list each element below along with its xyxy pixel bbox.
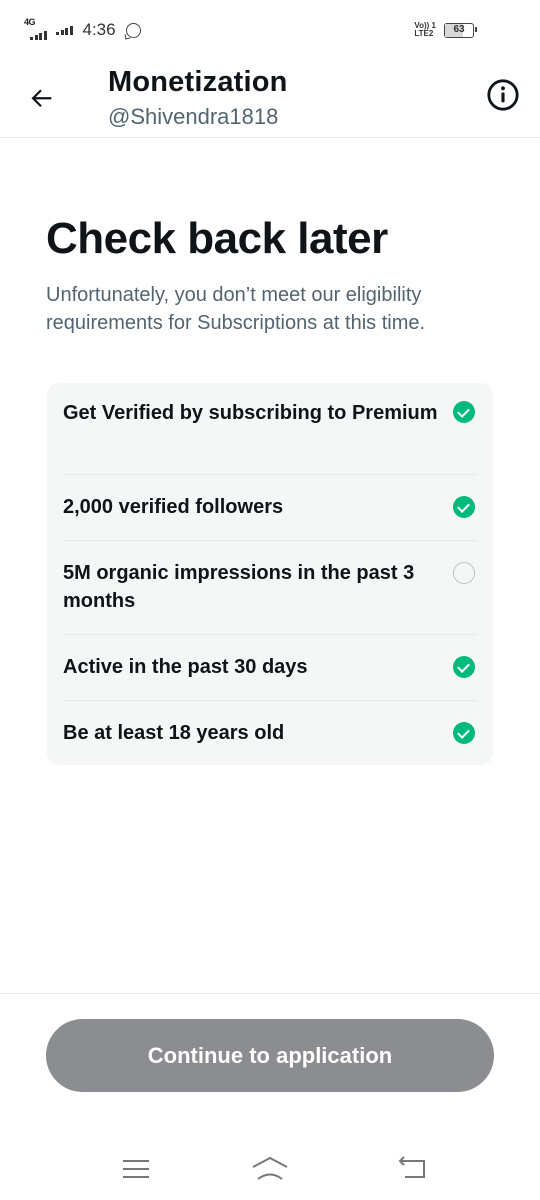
status-left: 4G 4:36 bbox=[24, 17, 141, 40]
page-title: Monetization bbox=[108, 66, 288, 98]
info-button[interactable] bbox=[484, 76, 522, 114]
system-navigation-bar bbox=[0, 1139, 540, 1200]
requirement-item: 5M organic impressions in the past 3 mon… bbox=[63, 541, 477, 635]
screen: 4G 4:36 Vo)) 1 LTE2 63 Monetization @Shi… bbox=[0, 0, 540, 1200]
home-button[interactable] bbox=[250, 1153, 290, 1185]
battery-icon: 63 bbox=[444, 22, 477, 38]
second-signal-icon bbox=[56, 25, 73, 35]
check-circle-icon bbox=[453, 401, 475, 423]
requirement-label: Get Verified by subscribing to Premium bbox=[63, 402, 438, 424]
bottom-action-panel: Continue to application bbox=[0, 993, 540, 1139]
recents-button[interactable] bbox=[116, 1153, 156, 1185]
network-type-label: 4G bbox=[24, 17, 36, 27]
requirement-label: 5M organic impressions in the past 3 mon… bbox=[63, 562, 415, 612]
status-time: 4:36 bbox=[82, 20, 116, 39]
account-handle: @Shivendra1818 bbox=[108, 104, 279, 129]
requirement-item: Get Verified by subscribing to Premium bbox=[63, 383, 477, 475]
main-heading: Check back later bbox=[46, 214, 388, 263]
check-circle-icon bbox=[453, 722, 475, 744]
requirement-item: Be at least 18 years old bbox=[63, 701, 477, 765]
battery-level: 63 bbox=[453, 23, 465, 35]
requirement-item: 2,000 verified followers bbox=[63, 475, 477, 541]
top-app-bar: Monetization @Shivendra1818 bbox=[0, 62, 540, 138]
continue-to-application-button[interactable]: Continue to application bbox=[46, 1019, 494, 1092]
requirements-card: Get Verified by subscribing to Premium 2… bbox=[47, 383, 493, 765]
eligibility-message: Unfortunately, you don’t meet our eligib… bbox=[46, 284, 426, 334]
empty-circle-icon bbox=[453, 562, 475, 584]
requirement-item: Active in the past 30 days bbox=[63, 635, 477, 701]
volte-indicator: Vo)) 1 LTE2 bbox=[414, 22, 436, 38]
back-button[interactable] bbox=[22, 78, 62, 118]
requirement-label: 2,000 verified followers bbox=[63, 496, 284, 518]
requirement-label: Active in the past 30 days bbox=[63, 656, 308, 678]
back-icon bbox=[398, 1156, 425, 1178]
arrow-left-icon bbox=[31, 89, 52, 107]
volte-line-2: LTE2 bbox=[414, 29, 434, 38]
whatsapp-icon bbox=[125, 22, 141, 38]
requirement-label: Be at least 18 years old bbox=[63, 722, 285, 744]
system-back-button[interactable] bbox=[393, 1153, 433, 1185]
network-signal-icon: 4G bbox=[24, 17, 47, 40]
menu-icon bbox=[123, 1160, 149, 1178]
check-circle-icon bbox=[453, 656, 475, 678]
check-circle-icon bbox=[453, 496, 475, 518]
status-bar: 4G 4:36 Vo)) 1 LTE2 63 bbox=[0, 0, 540, 62]
status-right: Vo)) 1 LTE2 63 bbox=[414, 22, 477, 38]
home-icon bbox=[252, 1156, 288, 1180]
info-icon bbox=[487, 79, 519, 111]
